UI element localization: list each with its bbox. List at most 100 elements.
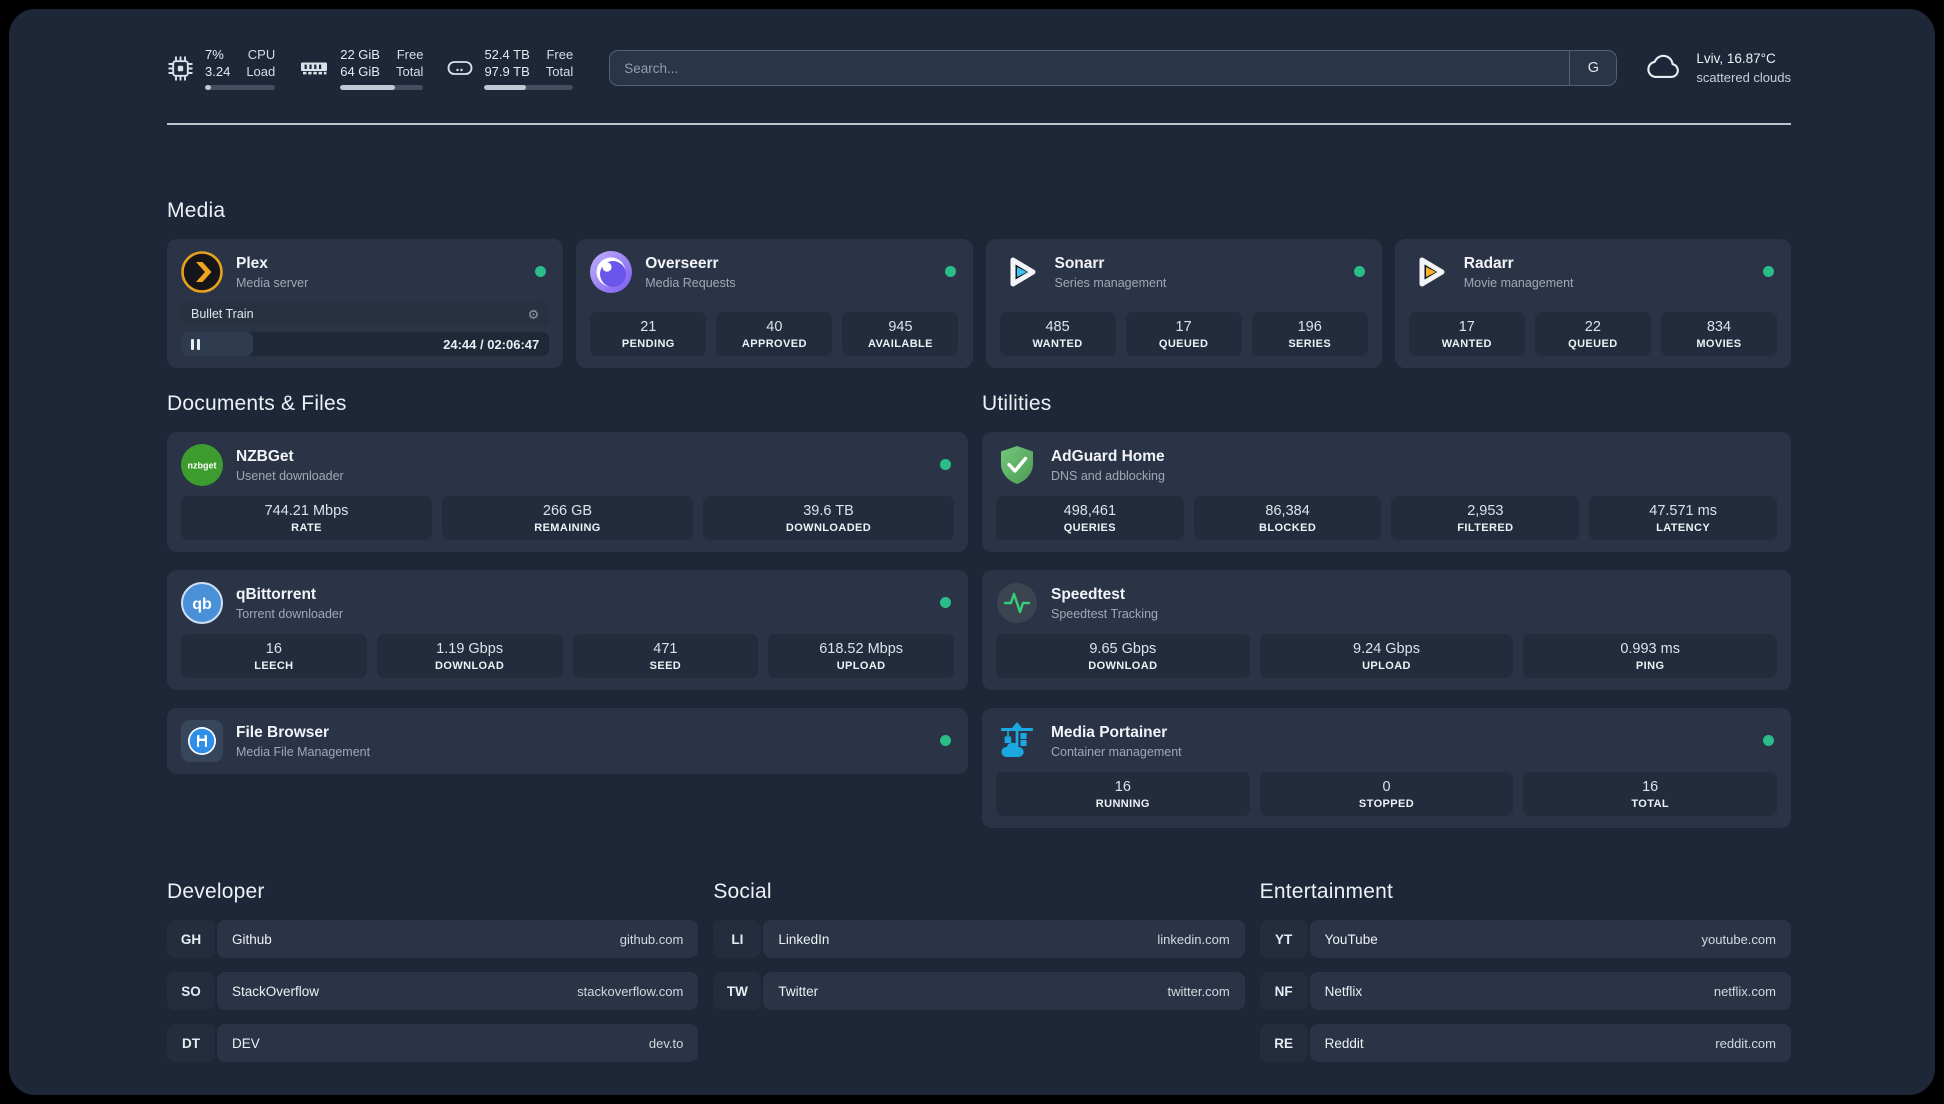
card-title: Radarr <box>1463 254 1514 272</box>
stat-box: 47.571 ms LATENCY <box>1589 496 1777 540</box>
link-row-twitter: TW Twitter twitter.com <box>713 972 1245 1010</box>
service-card-qbittorrent[interactable]: qb qBittorrent Torrent downloader 16 LEE… <box>167 570 968 690</box>
section-title-media: Media <box>167 199 226 222</box>
link-row-dev: DT DEV dev.to <box>167 1024 699 1062</box>
card-title: Media Portainer <box>1050 723 1168 741</box>
stat-box: 834 MOVIES <box>1660 312 1777 356</box>
card-title: Sonarr <box>1054 254 1105 272</box>
now-playing-item: Bullet Train ⚙ <box>181 302 550 326</box>
section-title-entertainment: Entertainment <box>1259 880 1393 903</box>
card-title: AdGuard Home <box>1050 447 1165 465</box>
status-dot <box>939 597 951 608</box>
service-card-portainer[interactable]: Media Portainer Container management 16 … <box>981 708 1791 828</box>
stat-box: 39.6 TB DOWNLOADED <box>703 496 954 540</box>
stat-box: 40 APPROVED <box>716 312 833 356</box>
link-row-youtube: YT YouTube youtube.com <box>1259 920 1791 958</box>
pause-icon <box>191 338 200 350</box>
status-dot <box>1763 266 1774 277</box>
link-badge: TW <box>713 972 762 1010</box>
stat-box: 196 SERIES <box>1251 312 1368 356</box>
adguard-icon <box>996 444 1038 486</box>
status-dot <box>939 735 951 746</box>
card-subtitle: DNS and adblocking <box>1050 468 1165 483</box>
memory-labels: Free Total <box>395 46 424 79</box>
link-netflix[interactable]: Netflix netflix.com <box>1309 972 1791 1010</box>
section-utilities: Utilities AdGuard Home DNS and adblockin… <box>981 392 1791 828</box>
stat-box: 485 WANTED <box>999 312 1116 356</box>
filebrowser-icon <box>181 720 223 762</box>
stat-box: 498,461 QUERIES <box>995 496 1184 540</box>
weather-condition: scattered clouds <box>1696 70 1791 85</box>
link-twitter[interactable]: Twitter twitter.com <box>763 972 1245 1010</box>
service-card-plex[interactable]: Plex Media server Bullet Train ⚙ 24:44 /… <box>167 239 564 368</box>
cloud-icon <box>1643 53 1683 83</box>
card-subtitle: Container management <box>1050 744 1182 759</box>
status-dot <box>1763 735 1774 746</box>
link-stackoverflow[interactable]: StackOverflow stackoverflow.com <box>217 972 699 1010</box>
link-linkedin[interactable]: LinkedIn linkedin.com <box>763 920 1245 958</box>
card-title: Plex <box>236 254 268 272</box>
stat-box: 266 GB REMAINING <box>442 496 693 540</box>
section-title-documents: Documents & Files <box>167 392 347 415</box>
stat-box: 618.52 Mbps UPLOAD <box>768 634 954 678</box>
search-bar: G <box>609 50 1618 86</box>
stat-box: 9.65 Gbps DOWNLOAD <box>995 634 1250 678</box>
search-engine-button[interactable]: G <box>1569 51 1616 85</box>
service-card-overseerr[interactable]: Overseerr Media Requests 21 PENDING 40 A… <box>576 239 973 368</box>
stat-box: 86,384 BLOCKED <box>1193 496 1382 540</box>
memory-widget: 22 GiB 64 GiB Free Total <box>299 46 424 91</box>
section-documents: Documents & Files nzbget NZBGet Usenet d… <box>167 392 968 774</box>
stat-box: 2,953 FILTERED <box>1391 496 1580 540</box>
weather-location: Lviv, 16.87°C <box>1696 51 1776 66</box>
weather-widget: Lviv, 16.87°C scattered clouds <box>1643 51 1791 85</box>
stat-box: 16 LEECH <box>181 634 367 678</box>
service-card-sonarr[interactable]: Sonarr Series management 485 WANTED 17 Q… <box>985 239 1382 368</box>
service-card-speedtest[interactable]: Speedtest Speedtest Tracking 9.65 Gbps D… <box>981 570 1791 690</box>
service-card-adguard[interactable]: AdGuard Home DNS and adblocking 498,461 … <box>981 432 1791 552</box>
link-badge: RE <box>1259 1024 1308 1062</box>
section-entertainment: Entertainment YT YouTube youtube.com NF … <box>1259 880 1791 1062</box>
stat-box: 9.24 Gbps UPLOAD <box>1259 634 1514 678</box>
memory-progress-bar <box>340 85 424 91</box>
cpu-values: 7% 3.24 <box>205 46 231 79</box>
status-dot <box>944 266 956 277</box>
section-media: Media Plex Media server Bullet Train ⚙ 2… <box>167 199 1791 368</box>
link-row-github: GH Github github.com <box>167 920 699 958</box>
stat-box: 744.21 Mbps RATE <box>181 496 432 540</box>
link-github[interactable]: Github github.com <box>217 920 699 958</box>
link-reddit[interactable]: Reddit reddit.com <box>1309 1024 1791 1062</box>
stat-box: 16 RUNNING <box>995 772 1250 816</box>
cpu-widget: 7% 3.24 CPU Load <box>167 46 276 91</box>
link-row-reddit: RE Reddit reddit.com <box>1259 1024 1791 1062</box>
stat-box: 21 PENDING <box>590 312 707 356</box>
link-badge: GH <box>167 920 215 958</box>
stat-box: 945 AVAILABLE <box>842 312 959 356</box>
section-title-utilities: Utilities <box>981 392 1052 415</box>
card-subtitle: Series management <box>1054 275 1167 290</box>
card-subtitle: Media File Management <box>236 744 371 759</box>
service-card-nzbget[interactable]: nzbget NZBGet Usenet downloader 744.21 M… <box>167 432 968 552</box>
disk-values: 52.4 TB 97.9 TB <box>484 46 530 79</box>
link-dev[interactable]: DEV dev.to <box>217 1024 699 1062</box>
service-card-filebrowser[interactable]: File Browser Media File Management <box>167 708 968 774</box>
card-title: qBittorrent <box>236 585 317 603</box>
now-playing-title: Bullet Train <box>191 307 254 321</box>
search-input[interactable] <box>610 51 1570 85</box>
disk-icon <box>447 57 473 79</box>
cpu-icon <box>167 55 194 82</box>
card-title: Speedtest <box>1050 585 1126 603</box>
overseerr-icon <box>590 251 633 293</box>
section-social: Social LI LinkedIn linkedin.com TW Twitt… <box>713 880 1245 1010</box>
link-badge: LI <box>713 920 762 958</box>
stat-box: 0.993 ms PING <box>1523 634 1777 678</box>
stat-box: 17 WANTED <box>1408 312 1525 356</box>
link-youtube[interactable]: YouTube youtube.com <box>1309 920 1791 958</box>
service-card-radarr[interactable]: Radarr Movie management 17 WANTED 22 QUE… <box>1394 239 1791 368</box>
section-title-developer: Developer <box>167 880 265 903</box>
status-dot <box>939 459 951 470</box>
card-subtitle: Speedtest Tracking <box>1050 606 1158 621</box>
card-subtitle: Movie management <box>1463 275 1574 290</box>
card-title: NZBGet <box>236 447 294 465</box>
status-dot <box>1353 266 1365 277</box>
portainer-icon <box>996 720 1038 762</box>
